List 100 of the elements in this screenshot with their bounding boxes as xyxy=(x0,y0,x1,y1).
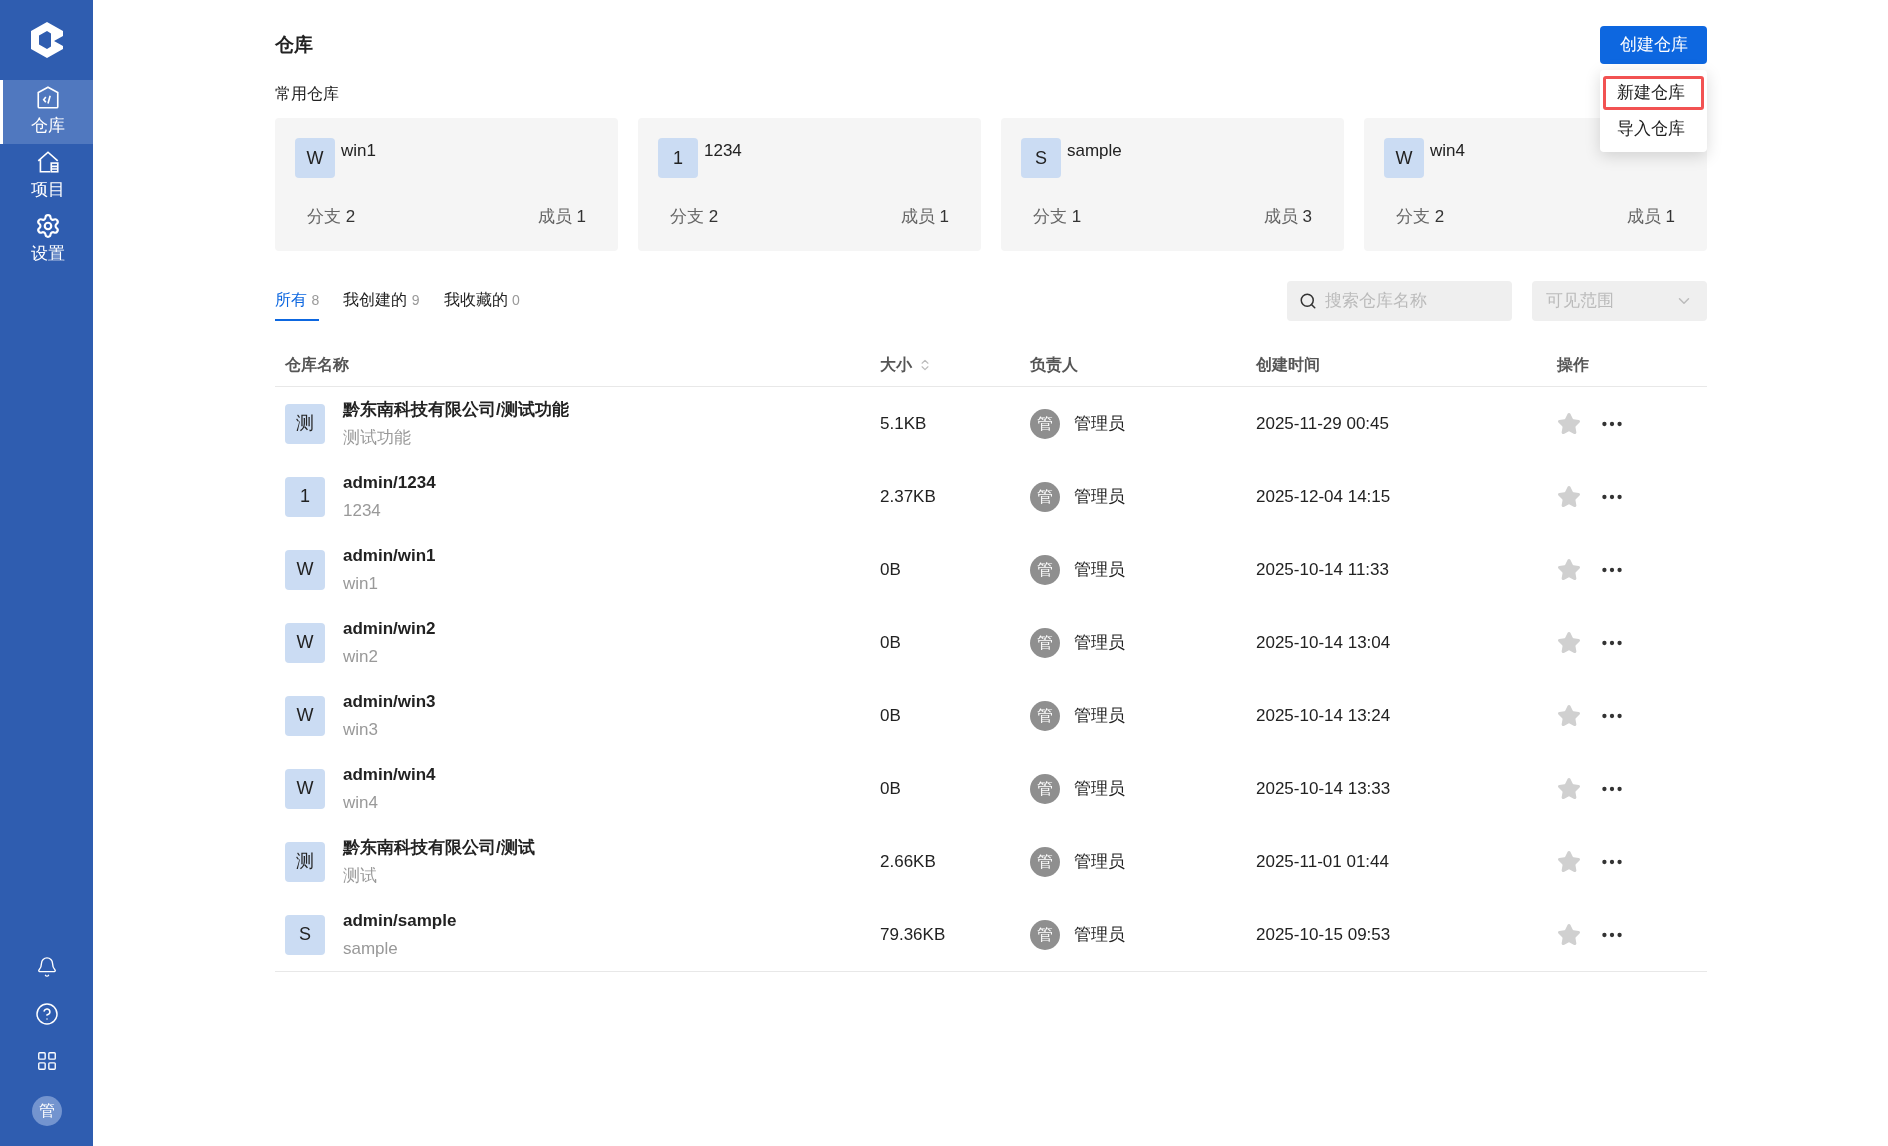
owner-name: 管理员 xyxy=(1074,558,1125,581)
star-icon[interactable] xyxy=(1557,557,1581,582)
filter-tab[interactable]: 所有 8 xyxy=(275,281,320,321)
created-time: 2025-12-04 14:15 xyxy=(1256,485,1392,508)
column-header: 大小 xyxy=(880,354,912,375)
repo-avatar: W xyxy=(295,138,335,178)
repo-subtitle: win1 xyxy=(343,572,379,595)
repo-avatar: 测 xyxy=(285,841,325,882)
size-cell-text: 2.37KB xyxy=(880,485,937,508)
created-time: 2025-10-14 13:04 xyxy=(1256,631,1392,654)
created-time: 2025-10-14 11:33 xyxy=(1256,558,1390,581)
size-cell-text: 0B xyxy=(880,777,902,800)
repo-name: 1234 xyxy=(704,140,742,162)
size-cell-text: 2.66KB xyxy=(880,850,937,873)
repo-subtitle: sample xyxy=(343,937,399,960)
size-cell-text: 0B xyxy=(880,704,902,727)
created-time: 2025-11-01 01:44 xyxy=(1256,850,1390,873)
star-icon[interactable] xyxy=(1557,630,1581,655)
search-icon xyxy=(1299,292,1317,310)
repo-subtitle: win2 xyxy=(343,645,379,668)
owner-name: 管理员 xyxy=(1074,631,1125,654)
repo-avatar: 1 xyxy=(285,476,325,517)
code-house-icon xyxy=(35,85,61,112)
created-time: 2025-10-15 09:53 xyxy=(1256,923,1392,946)
repo-card[interactable]: 1 1234 分支 2 成员 1 xyxy=(638,118,981,251)
owner-avatar: 管 xyxy=(1030,846,1060,877)
owner-avatar: 管 xyxy=(1030,627,1060,658)
owner-name: 管理员 xyxy=(1074,704,1125,727)
repo-avatar: 1 xyxy=(658,138,698,178)
menu-item[interactable]: 新建仓库 xyxy=(1603,76,1704,110)
column-header: 负责人 xyxy=(1030,354,1078,376)
owner-avatar: 管 xyxy=(1030,408,1060,439)
repo-name: sample xyxy=(1067,140,1122,162)
owner-name: 管理员 xyxy=(1074,850,1125,873)
owner-name: 管理员 xyxy=(1074,777,1125,800)
created-time: 2025-10-14 13:33 xyxy=(1256,777,1392,800)
repo-path-link[interactable]: 黔东南科技有限公司/测试 xyxy=(343,835,535,861)
owner-avatar: 管 xyxy=(1030,773,1060,804)
owner-name: 管理员 xyxy=(1074,412,1125,435)
repo-avatar: W xyxy=(1384,138,1424,178)
repo-avatar: W xyxy=(285,695,325,736)
repo-path-link[interactable]: admin/win3 xyxy=(343,689,436,715)
star-icon[interactable] xyxy=(1557,411,1581,436)
notification-icon[interactable] xyxy=(35,956,58,978)
owner-name: 管理员 xyxy=(1074,923,1125,946)
owner-avatar: 管 xyxy=(1030,700,1060,731)
size-cell-text: 0B xyxy=(880,631,902,654)
size-cell-text: 79.36KB xyxy=(880,923,947,946)
settings-icon xyxy=(35,213,61,240)
member-count: 成员 3 xyxy=(1263,206,1312,228)
branch-count: 分支 2 xyxy=(307,206,356,228)
branch-count: 分支 2 xyxy=(670,206,719,228)
column-header: 仓库名称 xyxy=(285,354,349,375)
section-title: 常用仓库 xyxy=(275,84,339,104)
repo-avatar: W xyxy=(285,768,325,809)
repo-card[interactable]: W win1 分支 2 成员 1 xyxy=(275,118,618,251)
repo-avatar: W xyxy=(285,622,325,663)
owner-avatar: 管 xyxy=(1030,554,1060,585)
repo-name: win4 xyxy=(1430,140,1465,162)
owner-avatar: 管 xyxy=(1030,481,1060,512)
star-icon[interactable] xyxy=(1557,922,1581,947)
repo-subtitle: 1234 xyxy=(343,499,382,522)
help-icon[interactable] xyxy=(34,1002,59,1026)
branch-count: 分支 1 xyxy=(1033,206,1082,228)
house-document-icon xyxy=(35,149,61,176)
repo-avatar: S xyxy=(1021,138,1061,178)
size-cell-text: 0B xyxy=(880,558,902,581)
repo-card[interactable]: S sample 分支 1 成员 3 xyxy=(1001,118,1344,251)
star-icon[interactable] xyxy=(1557,703,1581,728)
column-header: 操作 xyxy=(1557,354,1589,375)
repo-subtitle: 测试功能 xyxy=(343,426,412,449)
repo-avatar: W xyxy=(285,549,325,590)
create-repo-button[interactable]: 创建仓库 xyxy=(1600,26,1707,64)
size-cell-text: 5.1KB xyxy=(880,412,928,435)
repo-avatar: 测 xyxy=(285,403,325,444)
repo-path-link[interactable]: admin/win2 xyxy=(343,616,436,642)
created-time: 2025-11-29 00:45 xyxy=(1256,412,1390,435)
member-count: 成员 1 xyxy=(1626,206,1675,228)
repo-path-link[interactable]: admin/1234 xyxy=(343,470,436,496)
star-icon[interactable] xyxy=(1557,849,1581,874)
filter-tab[interactable]: 我创建的 9 xyxy=(343,281,420,321)
sidebar-item[interactable]: 设置 xyxy=(0,208,93,272)
sidebar-item[interactable]: 仓库 xyxy=(0,80,93,144)
repo-path-link[interactable]: admin/win4 xyxy=(343,762,436,788)
repo-path-link[interactable]: 黔东南科技有限公司/测试功能 xyxy=(343,397,569,423)
repo-path-link[interactable]: admin/win1 xyxy=(343,543,436,569)
star-icon[interactable] xyxy=(1557,776,1581,801)
sidebar-item[interactable]: 项目 xyxy=(0,144,93,208)
owner-avatar: 管 xyxy=(1030,919,1060,950)
filter-tab[interactable]: 我收藏的 0 xyxy=(443,281,520,321)
apps-grid-icon[interactable] xyxy=(35,1050,58,1072)
owner-name: 管理员 xyxy=(1074,485,1125,508)
branch-count: 分支 2 xyxy=(1396,206,1445,228)
repo-name: win1 xyxy=(341,140,376,162)
star-icon[interactable] xyxy=(1557,484,1581,509)
repo-avatar: S xyxy=(285,914,325,955)
repo-subtitle: win4 xyxy=(343,791,379,814)
column-header: 创建时间 xyxy=(1256,354,1320,375)
created-time: 2025-10-14 13:24 xyxy=(1256,704,1392,727)
repo-path-link[interactable]: admin/sample xyxy=(343,908,457,934)
